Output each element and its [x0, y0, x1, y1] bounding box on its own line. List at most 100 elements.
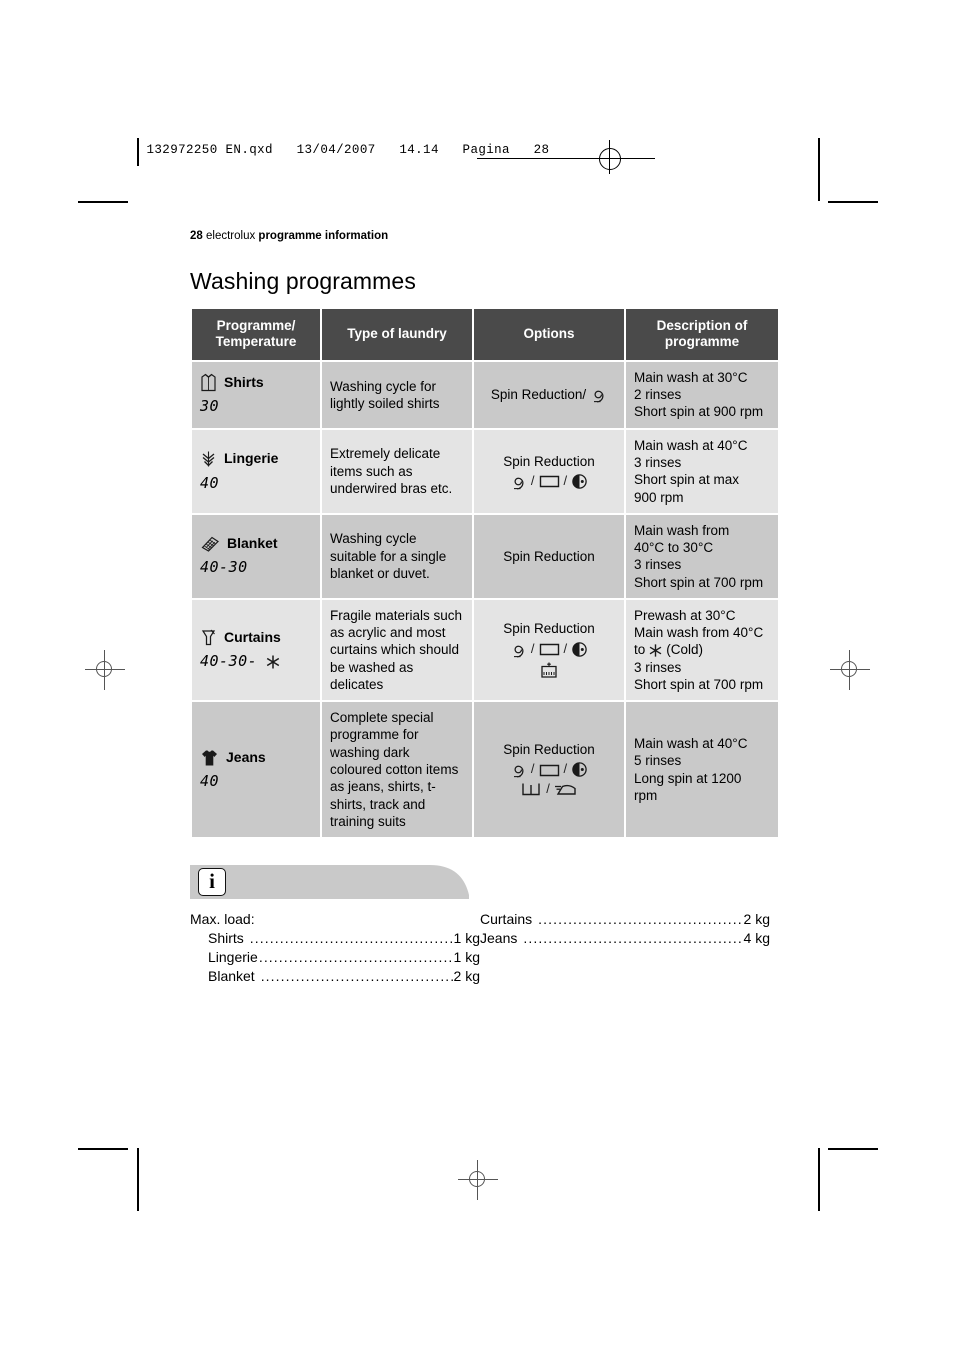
- spin-reduction-icon: [510, 761, 527, 778]
- cell-description: Main wash at 30°C 2 rinses Short spin at…: [626, 361, 778, 428]
- programme-temperature: 40-30: [200, 558, 248, 577]
- cell-type-of-laundry: Washing cycle for lightly soiled shirts: [322, 361, 472, 428]
- programme-name: Jeans: [226, 748, 266, 765]
- max-load-value: 2 kg: [743, 911, 770, 928]
- max-load-title: Max. load:: [190, 911, 255, 928]
- options-label: Spin Reduction: [503, 453, 595, 469]
- leader-dots: ........................................…: [260, 968, 453, 985]
- column-header-options: Options: [474, 309, 624, 360]
- table-row: Curtains 40-30- Fragile materials such a…: [192, 599, 778, 701]
- registration-mark-right: [830, 650, 870, 690]
- filename-underline: [477, 158, 655, 159]
- max-load-right-column: Curtains ...............................…: [480, 911, 770, 987]
- max-load-name: Curtains: [480, 911, 533, 928]
- running-head: 28 electrolux programme information: [190, 230, 770, 242]
- max-load-left-column: Max. load: Shirts ......................…: [190, 911, 480, 987]
- delay-start-icon: [571, 761, 588, 778]
- crop-mark-top-right-horizontal: [828, 201, 878, 203]
- max-load-item: Curtains ...............................…: [480, 911, 770, 927]
- max-load-item: Jeans ..................................…: [480, 930, 770, 946]
- options-label: Spin Reduction: [503, 548, 595, 564]
- spin-reduction-icon: [510, 641, 527, 658]
- page-number: 28: [190, 230, 203, 242]
- max-load-name: Blanket: [208, 968, 255, 985]
- table-row: Lingerie 40 Extremely delicate items suc…: [192, 429, 778, 513]
- table-row: Shirts 30 Washing cycle for lightly soil…: [192, 361, 778, 428]
- registration-mark-header-circle: [599, 148, 621, 170]
- cell-programme: Blanket 40-30: [192, 514, 320, 598]
- section-name: programme information: [258, 230, 389, 242]
- prewash-icon: [539, 661, 559, 680]
- cell-options: Spin Reduction /: [474, 429, 624, 513]
- programme-temperature: 40: [200, 473, 220, 492]
- delay-start-icon: [571, 641, 588, 658]
- icon-separator: /: [530, 473, 535, 489]
- max-load-name: Lingerie: [208, 949, 258, 966]
- max-load-item: Shirts .................................…: [208, 930, 480, 946]
- programme-name: Curtains: [224, 628, 281, 645]
- crop-mark-top-left-horizontal: [78, 201, 128, 203]
- max-load-value: 2 kg: [453, 968, 480, 985]
- crop-mark-top-right-vertical: [818, 138, 820, 201]
- icon-separator: /: [563, 761, 568, 777]
- options-label: Spin Reduction: [503, 621, 595, 637]
- programme-temperature: 40-30-: [200, 652, 312, 671]
- filename-rule: [137, 138, 139, 162]
- table-row: Blanket 40-30 Washing cycle suitable for…: [192, 514, 778, 598]
- cell-options: Spin Reduction: [474, 514, 624, 598]
- delay-start-icon: [571, 473, 588, 490]
- max-load-value: 1 kg: [453, 930, 480, 947]
- crop-mark-bottom-right-horizontal: [828, 1148, 878, 1150]
- description-cold-line: to (Cold): [634, 642, 704, 659]
- registration-mark-left: [85, 650, 125, 690]
- max-load-value: 4 kg: [743, 930, 770, 947]
- cell-options: Spin Reduction/: [474, 361, 624, 428]
- leader-dots: ........................................…: [249, 930, 453, 947]
- cell-description: Main wash at 40°C 5 rinses Long spin at …: [626, 702, 778, 838]
- extra-rinse-icon: [520, 781, 542, 798]
- cell-programme: Shirts 30: [192, 361, 320, 428]
- curtains-icon: [200, 628, 217, 647]
- leader-dots: ........................................…: [523, 930, 743, 947]
- cell-programme: Jeans 40: [192, 702, 320, 838]
- brand-name: electrolux: [206, 230, 256, 242]
- cell-description: Main wash at 40°C 3 rinses Short spin at…: [626, 429, 778, 513]
- cell-type-of-laundry: Washing cycle suitable for a single blan…: [322, 514, 472, 598]
- column-header-type-of-laundry: Type of laundry: [322, 309, 472, 360]
- info-banner-shape: [190, 865, 469, 900]
- cell-type-of-laundry: Extremely delicate items such as underwi…: [322, 429, 472, 513]
- cell-description: Prewash at 30°C Main wash from 40°C to (…: [626, 599, 778, 701]
- max-load-name: Shirts: [208, 930, 244, 947]
- page-content: 28 electrolux programme information Wash…: [190, 230, 778, 987]
- max-load-value: 1 kg: [453, 949, 480, 966]
- icon-separator: /: [530, 761, 535, 777]
- programme-temperature: 40: [200, 771, 220, 790]
- crop-mark-bottom-left-horizontal: [78, 1148, 128, 1150]
- lingerie-icon: [200, 450, 217, 469]
- leader-dots: ........................................…: [258, 949, 453, 966]
- rinse-hold-icon: [539, 641, 560, 657]
- max-load-name: Jeans: [480, 930, 518, 947]
- cold-icon: [264, 653, 282, 671]
- cell-type-of-laundry: Complete special programme for washing d…: [322, 702, 472, 838]
- max-load-section: Max. load: Shirts ......................…: [190, 911, 770, 987]
- cold-icon: [647, 642, 664, 659]
- programme-temperature: 30: [200, 397, 220, 416]
- table-row: Jeans 40 Complete special programme for …: [192, 702, 778, 838]
- programme-name: Lingerie: [224, 450, 279, 467]
- column-header-programme-temperature: Programme/ Temperature: [192, 309, 320, 360]
- rinse-hold-icon: [539, 762, 560, 778]
- icon-separator: /: [546, 781, 550, 797]
- cell-options: Spin Reduction /: [474, 702, 624, 838]
- cell-programme: Lingerie 40: [192, 429, 320, 513]
- cell-type-of-laundry: Fragile materials such as acrylic and mo…: [322, 599, 472, 701]
- info-icon: i: [198, 868, 226, 897]
- table-header-row: Programme/ Temperature Type of laundry O…: [192, 309, 778, 360]
- shirt-icon: [200, 373, 217, 392]
- spin-reduction-icon: [510, 473, 527, 490]
- icon-separator: /: [530, 640, 535, 656]
- print-filename-bar: 132972250 EN.qxd 13/04/2007 14.14 Pagina…: [137, 138, 655, 174]
- options-label: Spin Reduction/: [490, 387, 587, 403]
- programme-name: Shirts: [224, 373, 264, 390]
- leader-dots: ........................................…: [538, 911, 743, 928]
